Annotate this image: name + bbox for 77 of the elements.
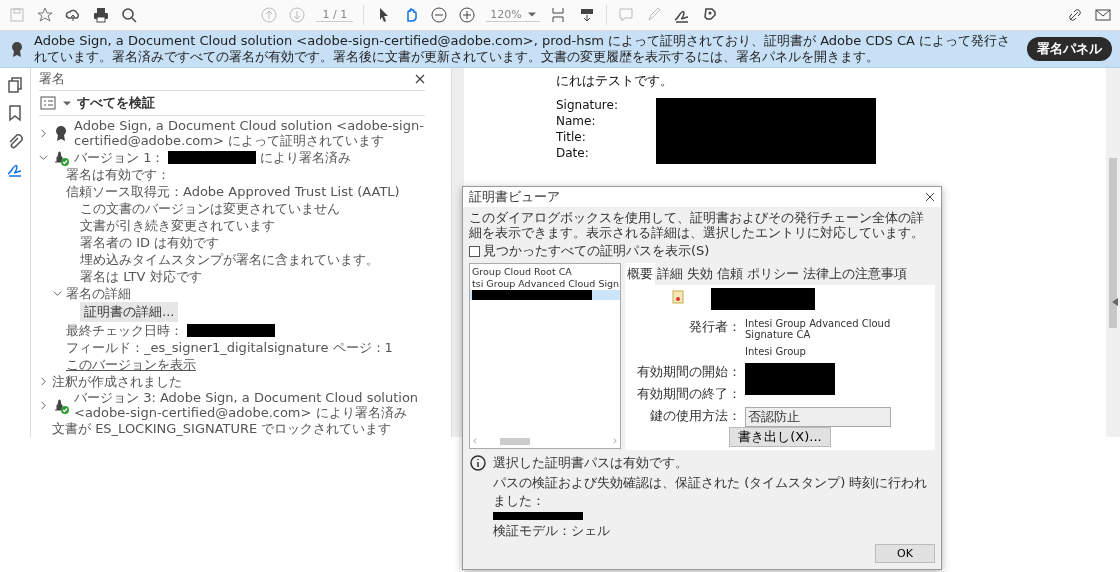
collapse-arrow-icon[interactable] [1112,298,1118,306]
tree-item-label[interactable]: 署名の詳細 [66,286,131,301]
field-label: Signature: [556,98,616,112]
field-value: Intesi Group Advanced Cloud Signature CA [745,318,892,340]
tree-item-label[interactable]: バージョン 3: Adobe Sign, a Document Cloud solution <adobe-sign-certified@adobe.com> により署名済み [74,390,425,420]
tab[interactable]: 信頼 [715,263,745,285]
pages-icon[interactable] [6,76,24,94]
close-icon[interactable] [925,192,935,202]
key-usage-field: 否認防止 [745,407,891,427]
tab[interactable]: 法律上の注意事項 [801,263,909,285]
dialog-title: 証明書ビューア [469,188,560,206]
tree-item-label[interactable]: バージョン 1： [74,149,165,165]
tree-item-text: 信頼ソース取得元：Adobe Approved Trust List (AATL) [66,184,400,199]
tree-item-text: 署名は LTV 対応です [80,269,202,284]
document-text: にれはテストです。 [556,72,674,90]
info-icon [469,454,487,472]
search-icon[interactable] [120,6,138,24]
tree-item-text: この文書のバージョンは変更されていません [80,201,340,216]
field-label: 有効期間の開始： [636,363,741,381]
tree-item-text: 埋め込みタイムスタンプが署名に含まれています。 [80,252,379,267]
tree-item-label[interactable]: 注釈が作成されました [52,374,182,389]
banner-message: Adobe Sign, a Document Cloud solution <adobe-sign-certified@adobe.com>, prod-hsm によって証明されており、証明書が Adobe CDS CA によって発行されています。署名済みですべての署名が有効です。署名後に文書が更新されています。文書の変更履歴を表示するには、署名パネルを開きます。 [34,33,1011,65]
certificate-icon [669,288,687,306]
star-icon[interactable] [36,6,54,24]
field-label: Title: [556,130,587,144]
close-icon[interactable] [415,74,425,84]
status-message: 選択した証明書パスは有効です。 [493,454,689,472]
tab[interactable]: 概要 [625,263,655,285]
signature-panel-button[interactable]: 署名パネル [1027,37,1112,61]
tab[interactable]: 失効 [685,263,715,285]
chain-item[interactable]: Group Cloud Root CA [470,266,620,278]
signer-check-icon [52,396,70,414]
tree-item-text: 文書が ES_LOCKING_SIGNATURE でロックされています [52,421,392,436]
options-icon[interactable] [39,94,57,112]
export-button[interactable]: 書き出し(X)... [729,427,831,447]
mail-icon[interactable] [1094,6,1113,24]
panel-title: 署名 [39,70,65,88]
expand-chevron-icon[interactable] [39,377,48,386]
tree-item-label[interactable]: Adobe Sign, a Document Cloud solution <adobe-sign-certified@adobe.com> によって証明されています [74,118,425,148]
view-version-link[interactable]: このバージョンを表示 [66,357,196,372]
tree-item-label: により署名済み [260,149,352,165]
vertical-scrollbar[interactable] [1106,68,1120,437]
scrollbar-thumb[interactable] [1109,158,1117,328]
verify-all-button[interactable]: すべてを検証 [77,94,155,112]
zoom-out-icon[interactable] [430,6,449,24]
validation-model: 検証モデル：シェル [493,522,611,540]
tree-item-text: 最終チェック日時： [66,323,183,338]
field-value: Intesi Group [745,346,807,357]
expand-chevron-icon[interactable] [39,400,48,410]
collapse-chevron-icon[interactable] [53,289,62,298]
certificate-details-button[interactable]: 証明書の詳細... [80,302,179,322]
tree-item-text: 署名は有効です： [66,167,170,182]
tab[interactable]: ポリシー [745,263,801,285]
field-label: Name: [556,114,597,128]
zoom-in-icon[interactable] [458,6,477,24]
signer-check-icon [52,148,70,166]
field-label: 鍵の使用方法： [649,407,741,425]
expand-chevron-icon[interactable] [39,128,48,138]
collapse-chevron-icon[interactable] [39,152,48,162]
chain-item[interactable]: tsi Group Advanced Cloud Sign [470,278,620,290]
checkbox-label: 見つかったすべての証明パスを表示(S) [483,242,710,260]
caret-icon [527,12,536,17]
ok-button[interactable]: OK [875,544,935,563]
scrollbar-thumb[interactable] [500,437,530,445]
status-detail: パスの検証および失効確認は、保証された (タイムスタンプ) 時刻に行われました： [493,474,929,510]
dialog-description: このダイアログボックスを使用して、証明書およびその発行チェーン全体の詳細を表示できます。表示される詳細は、選択したエントリに対応しています。 [469,210,925,240]
printer-icon[interactable] [92,6,110,24]
bookmark-icon[interactable] [6,104,24,122]
tab[interactable]: 詳細 [655,263,685,285]
field-label: Date: [556,146,590,160]
caret-icon[interactable] [63,100,71,106]
field-label: 有効期間の終了： [636,385,741,403]
tree-item-text: 署名者の ID は有効です [80,235,220,250]
field-label: 発行者： [688,318,741,336]
tree-item-text: 文書が引き続き変更されています [80,218,275,233]
checkbox[interactable] [469,245,480,257]
tree-item-text: フィールド：_es_signer1_digitalsignature ページ：1 [66,340,393,355]
